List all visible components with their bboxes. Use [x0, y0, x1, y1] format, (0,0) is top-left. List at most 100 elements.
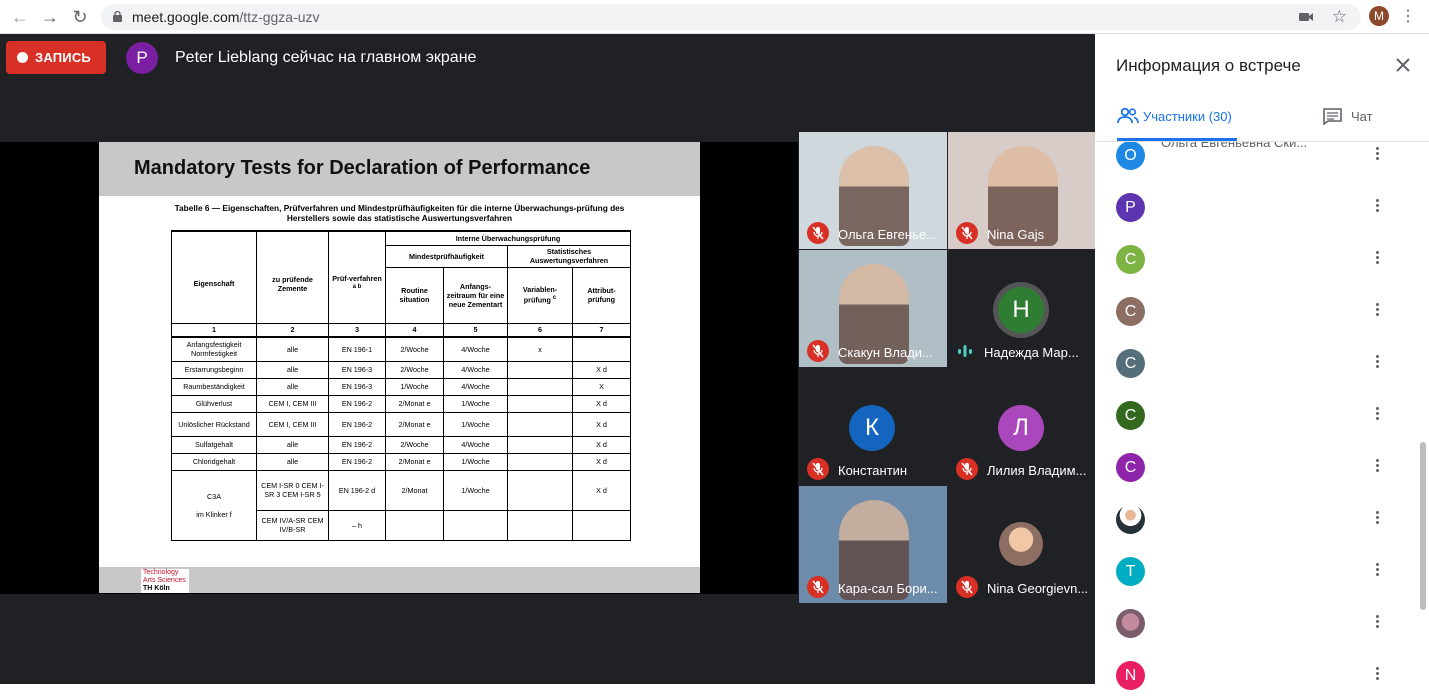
more-options-icon[interactable] — [1371, 509, 1383, 529]
meeting-details-panel: Информация о встрече Участники (30) Чат … — [1095, 34, 1429, 696]
pruef-sup: a b — [352, 284, 362, 291]
presentation-slide: Mandatory Tests for Declaration of Perfo… — [99, 142, 700, 593]
table-cell: alle — [256, 360, 329, 379]
participant-tile[interactable]: Ольга Евгенье... — [799, 132, 947, 249]
table-cell: 2/Woche — [385, 336, 444, 362]
participant-tile[interactable]: Nina Gajs — [948, 132, 1096, 249]
participant-row[interactable]: О Ольга Евгеньевна Ски... — [1095, 142, 1415, 193]
participant-row[interactable]: C — [1095, 297, 1415, 349]
slide-table: Interne Überwachungsprüfung Eigenschaft … — [171, 230, 631, 541]
table-column-number: 2 — [256, 322, 329, 338]
participant-row[interactable]: C — [1095, 349, 1415, 401]
more-options-icon[interactable] — [1371, 301, 1383, 321]
profile-avatar[interactable]: M — [1369, 6, 1389, 26]
participant-row[interactable] — [1095, 609, 1415, 661]
back-arrow-icon[interactable]: ← — [8, 5, 32, 29]
more-options-icon[interactable] — [1371, 145, 1383, 165]
slide-title-bar: Mandatory Tests for Declaration of Perfo… — [99, 142, 700, 196]
screen-share-area: Mandatory Tests for Declaration of Perfo… — [0, 142, 798, 594]
c3a-label: C3A — [207, 491, 221, 501]
more-options-icon[interactable] — [1371, 249, 1383, 269]
participant-tile[interactable]: Nina Georgievn... — [948, 486, 1096, 603]
table-row: Sulfatgehalt alle EN 196-2 2/Woche 4/Woche X … — [171, 435, 631, 454]
more-options-icon[interactable] — [1371, 405, 1383, 425]
participant-row[interactable]: C — [1095, 401, 1415, 453]
presenter-avatar: P — [126, 42, 158, 74]
table-cell: X d — [572, 452, 631, 471]
participant-tile[interactable]: Л Лилия Владим... — [948, 368, 1096, 485]
bookmark-star-icon[interactable]: ☆ — [1332, 7, 1347, 27]
table-cell: 1/Woche — [443, 452, 508, 471]
table-cell: 1/Woche — [443, 469, 508, 511]
table-cell: 1/Woche — [385, 377, 444, 396]
logo-line: Arts Sciences — [143, 577, 186, 584]
participant-tile[interactable]: Н Надежда Мар... — [948, 250, 1096, 367]
table-cell: Erstarrungsbeginn — [171, 360, 257, 379]
participant-tile-name: Nina Georgievn... — [987, 581, 1089, 596]
table-column-number: 4 — [385, 322, 444, 338]
table-cell: X d — [572, 360, 631, 379]
participant-row[interactable]: C — [1095, 453, 1415, 505]
participant-row[interactable]: C — [1095, 245, 1415, 297]
mic-off-icon — [956, 458, 978, 480]
table-column-number: 1 — [171, 322, 257, 338]
participant-tile-name: Надежда Мар... — [984, 345, 1079, 360]
participant-avatar: T — [1116, 557, 1145, 586]
slide-table-caption: Tabelle 6 — Eigenschaften, Prüfverfahren… — [174, 203, 625, 223]
participant-photo — [1116, 609, 1145, 638]
participant-avatar: C — [1116, 349, 1145, 378]
more-options-icon[interactable] — [1371, 613, 1383, 633]
table-cell — [507, 435, 573, 454]
audio-level-icon — [957, 344, 973, 358]
tab-chat-label: Чат — [1351, 109, 1373, 124]
reload-icon[interactable]: ↻ — [68, 5, 92, 29]
people-icon — [1117, 108, 1139, 124]
table-cell: 2/Woche — [385, 435, 444, 454]
participant-row[interactable]: T — [1095, 557, 1415, 609]
table-cell: EN 196-2 — [328, 435, 386, 454]
more-options-icon[interactable] — [1371, 665, 1383, 685]
table-cell: CEM I-SR 0 CEM I-SR 3 CEM I-SR 5 — [256, 469, 329, 511]
participant-tile-name: Nina Gajs — [987, 227, 1045, 242]
slide-footer: Technology Arts Sciences TH Köln — [99, 567, 700, 593]
participant-row[interactable]: P — [1095, 193, 1415, 245]
table-cell: 2/Monat e — [385, 394, 444, 413]
logo-line: TH Köln — [143, 585, 170, 592]
table-header-eigenschaft: Eigenschaft — [171, 245, 257, 324]
table-cell: Glühverlust — [171, 394, 257, 413]
participant-row[interactable] — [1095, 505, 1415, 557]
participant-avatar: Н — [998, 287, 1044, 333]
camera-icon[interactable] — [1299, 11, 1313, 23]
table-cell: alle — [256, 377, 329, 396]
more-options-icon[interactable] — [1371, 561, 1383, 581]
table-cell: 2/Woche — [385, 360, 444, 379]
participant-tile-name: Константин — [838, 463, 908, 478]
participant-tile[interactable]: К Константин — [799, 368, 947, 485]
close-icon[interactable] — [1392, 54, 1414, 76]
participant-row[interactable]: N — [1095, 661, 1415, 696]
table-cell: CEM I, CEM III — [256, 394, 329, 413]
more-options-icon[interactable] — [1371, 353, 1383, 373]
meeting-stage: ЗАПИСЬ P Peter Lieblang сейчас на главно… — [0, 34, 1096, 684]
table-cell: 1/Woche — [443, 411, 508, 437]
recording-badge[interactable]: ЗАПИСЬ — [6, 41, 106, 74]
scrollbar[interactable] — [1420, 442, 1426, 610]
address-bar[interactable]: meet.google.com/ttz-ggza-uzv ☆ — [101, 4, 1361, 30]
forward-arrow-icon[interactable]: → — [38, 5, 62, 29]
table-cell — [507, 360, 573, 379]
participant-avatar: C — [1116, 245, 1145, 274]
record-dot-icon — [17, 52, 28, 63]
table-row: Erstarrungsbeginn alle EN 196-3 2/Woche 4/Wo… — [171, 360, 631, 379]
table-cell: alle — [256, 452, 329, 471]
table-cell: 1/Woche — [443, 394, 508, 413]
table-row: Chloridgehalt alle EN 196-2 2/Monat e 1/Woch… — [171, 452, 631, 471]
browser-menu-icon[interactable]: ⋮ — [1400, 6, 1416, 26]
table-cell — [443, 509, 508, 541]
more-options-icon[interactable] — [1371, 197, 1383, 217]
presenter-status-text: Peter Lieblang сейчас на главном экране — [175, 49, 477, 66]
more-options-icon[interactable] — [1371, 457, 1383, 477]
table-cell: – h — [328, 509, 386, 541]
table-header-min: Mindestprüfhäufigkeit — [385, 244, 508, 268]
participant-tile[interactable]: Скакун Влади... — [799, 250, 947, 367]
participant-tile[interactable]: Кара-сал Бори... — [799, 486, 947, 603]
